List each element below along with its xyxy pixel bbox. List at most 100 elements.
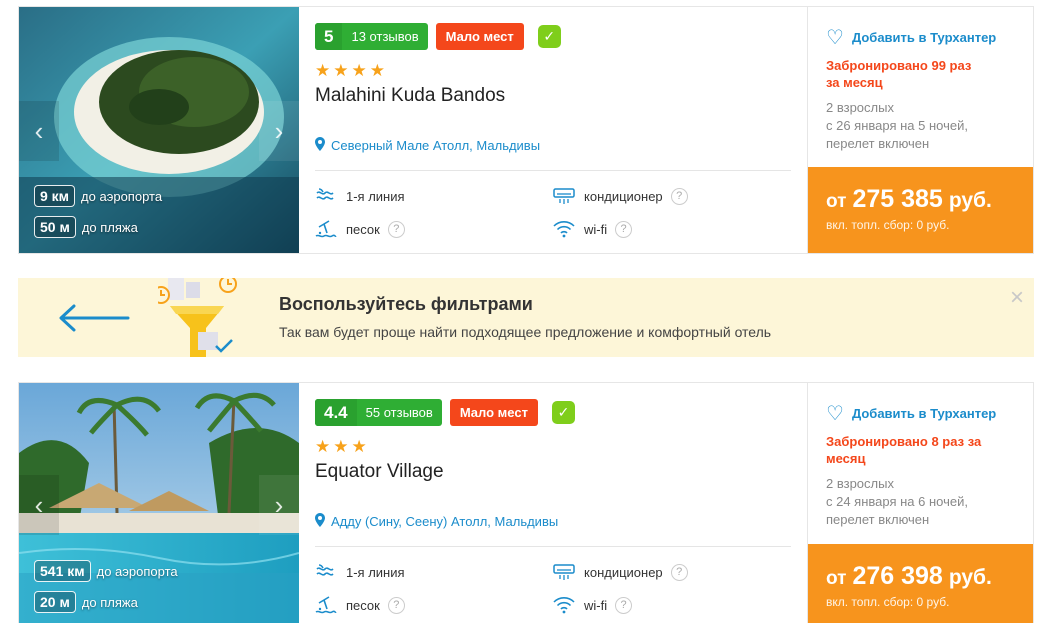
divider bbox=[315, 170, 791, 171]
hotel-name[interactable]: Equator Village bbox=[315, 461, 444, 483]
sand-beach-icon bbox=[315, 218, 337, 240]
dates: с 24 января на 6 ночей, bbox=[826, 494, 968, 509]
rating-score: 5 bbox=[315, 23, 343, 50]
beach-distance: 20 м до пляжа bbox=[34, 591, 138, 613]
help-icon[interactable]: ? bbox=[670, 187, 688, 205]
hotel-location[interactable]: Северный Мале Атолл, Мальдивы bbox=[315, 137, 540, 154]
feature-label: wi-fi bbox=[584, 221, 608, 237]
rating-row: 5 13 отзывов Мало мест ✓ bbox=[315, 23, 561, 50]
feature-label: 1-я линия bbox=[346, 188, 405, 204]
feature-beach-line: 1-я линия bbox=[315, 561, 405, 583]
price-amount: 276 398 bbox=[852, 562, 943, 590]
price-currency: руб. bbox=[948, 566, 992, 589]
help-icon[interactable]: ? bbox=[615, 220, 633, 238]
hotel-info: 5 13 отзывов Мало мест ✓ ★★★★ Malahini K… bbox=[315, 7, 791, 253]
hotel-card[interactable]: ‹ › 9 км до аэропорта 50 м до пляжа 5 13… bbox=[18, 6, 1034, 254]
price-prefix: от bbox=[826, 568, 847, 589]
photo-prev-arrow[interactable]: ‹ bbox=[19, 475, 59, 535]
waves-icon bbox=[315, 185, 337, 207]
airport-distance-label: до аэропорта bbox=[96, 563, 178, 579]
sand-beach-icon bbox=[315, 594, 337, 616]
feature-ac: кондиционер ? bbox=[553, 561, 688, 583]
reviews-count: 55 отзывов bbox=[365, 405, 433, 420]
feature-sand: песок ? bbox=[315, 218, 405, 240]
add-favorite-button[interactable]: ♡ Добавить в Турхантер bbox=[826, 25, 996, 50]
location-pin-icon bbox=[315, 137, 325, 154]
filter-hint-banner: Воспользуйтесь фильтрами Так вам будет п… bbox=[18, 275, 1034, 357]
location-text: Северный Мале Атолл, Мальдивы bbox=[331, 138, 541, 153]
reviews-count: 13 отзывов bbox=[351, 29, 419, 44]
divider bbox=[315, 546, 791, 547]
feature-label: кондиционер bbox=[584, 188, 663, 204]
price-amount: 275 385 bbox=[852, 185, 943, 213]
feature-wifi: wi-fi ? bbox=[553, 218, 633, 240]
heart-icon: ♡ bbox=[826, 27, 844, 49]
price-button[interactable]: от 276 398 руб. вкл. топл. сбор: 0 руб. bbox=[808, 544, 1033, 623]
photo-next-arrow[interactable]: › bbox=[259, 101, 299, 161]
dates: с 26 января на 5 ночей, bbox=[826, 118, 968, 133]
verified-check-icon: ✓ bbox=[551, 401, 575, 424]
price-button[interactable]: от 275 385 руб. вкл. топл. сбор: 0 руб. bbox=[808, 167, 1033, 253]
hotel-info: 4.4 55 отзывов Мало мест ✓ ★★★ Equator V… bbox=[315, 383, 791, 623]
beach-distance: 50 м до пляжа bbox=[34, 216, 138, 238]
close-icon[interactable]: × bbox=[1010, 284, 1024, 312]
beach-distance-value: 50 м bbox=[34, 216, 76, 238]
add-favorite-label: Добавить в Турхантер bbox=[851, 406, 997, 421]
help-icon[interactable]: ? bbox=[615, 596, 633, 614]
flight-info: перелет включен bbox=[826, 512, 930, 527]
star-rating: ★★★ bbox=[315, 437, 370, 456]
heart-icon: ♡ bbox=[826, 403, 844, 425]
feature-label: кондиционер bbox=[584, 564, 663, 580]
tour-details: 2 взрослых с 24 января на 6 ночей, перел… bbox=[826, 475, 1026, 529]
hotel-card[interactable]: ‹ › 541 км до аэропорта 20 м до пляжа 4.… bbox=[18, 382, 1034, 623]
fuel-fee: вкл. топл. сбор: 0 руб. bbox=[826, 595, 950, 609]
beach-distance-label: до пляжа bbox=[81, 219, 138, 235]
help-icon[interactable]: ? bbox=[670, 563, 688, 581]
feature-sand: песок ? bbox=[315, 594, 405, 616]
wifi-icon bbox=[553, 594, 575, 616]
booking-popularity: Забронировано 99 раз за месяц bbox=[826, 58, 972, 90]
waves-icon bbox=[315, 561, 337, 583]
few-seats-badge: Мало мест bbox=[449, 399, 538, 426]
flight-info: перелет включен bbox=[826, 136, 930, 151]
price-prefix: от bbox=[826, 191, 847, 212]
feature-wifi: wi-fi ? bbox=[553, 594, 633, 616]
few-seats-badge: Мало мест bbox=[435, 23, 524, 50]
add-favorite-button[interactable]: ♡ Добавить в Турхантер bbox=[826, 401, 996, 426]
location-pin-icon bbox=[315, 513, 325, 530]
rating-badge[interactable]: 5 13 отзывов bbox=[315, 23, 428, 50]
filter-funnel-icon bbox=[152, 275, 248, 362]
add-favorite-label: Добавить в Турхантер bbox=[851, 30, 997, 45]
hotel-photo[interactable]: ‹ › 9 км до аэропорта 50 м до пляжа bbox=[19, 7, 299, 253]
guests: 2 взрослых bbox=[826, 100, 894, 115]
photo-next-arrow[interactable]: › bbox=[259, 475, 299, 535]
hotel-photo[interactable]: ‹ › 541 км до аэропорта 20 м до пляжа bbox=[19, 383, 299, 623]
beach-distance-value: 20 м bbox=[34, 591, 76, 613]
photo-prev-arrow[interactable]: ‹ bbox=[19, 101, 59, 161]
feature-label: песок bbox=[346, 597, 380, 613]
banner-text: Так вам будет проще найти подходящее пре… bbox=[279, 324, 772, 340]
verified-check-icon: ✓ bbox=[537, 25, 561, 48]
fuel-fee: вкл. топл. сбор: 0 руб. bbox=[826, 218, 950, 232]
hotel-location[interactable]: Адду (Сину, Сеену) Атолл, Мальдивы bbox=[315, 513, 558, 530]
air-conditioner-icon bbox=[553, 185, 575, 207]
help-icon[interactable]: ? bbox=[387, 220, 405, 238]
rating-badge[interactable]: 4.4 55 отзывов bbox=[315, 399, 442, 426]
feature-label: песок bbox=[346, 221, 380, 237]
feature-label: wi-fi bbox=[584, 597, 608, 613]
star-rating: ★★★★ bbox=[315, 61, 388, 80]
air-conditioner-icon bbox=[553, 561, 575, 583]
airport-distance-value: 541 км bbox=[34, 560, 91, 582]
help-icon[interactable]: ? bbox=[387, 596, 405, 614]
arrow-left-icon bbox=[58, 300, 130, 341]
booking-popularity: Забронировано 8 раз за месяц bbox=[826, 434, 982, 466]
rating-score: 4.4 bbox=[315, 399, 357, 426]
airport-distance: 9 км до аэропорта bbox=[34, 185, 162, 207]
airport-distance: 541 км до аэропорта bbox=[34, 560, 178, 582]
price-currency: руб. bbox=[948, 189, 992, 212]
hotel-name[interactable]: Malahini Kuda Bandos bbox=[315, 85, 505, 107]
guests: 2 взрослых bbox=[826, 476, 894, 491]
airport-distance-value: 9 км bbox=[34, 185, 76, 207]
banner-title: Воспользуйтесь фильтрами bbox=[279, 294, 533, 314]
location-text: Адду (Сину, Сеену) Атолл, Мальдивы bbox=[331, 514, 559, 529]
